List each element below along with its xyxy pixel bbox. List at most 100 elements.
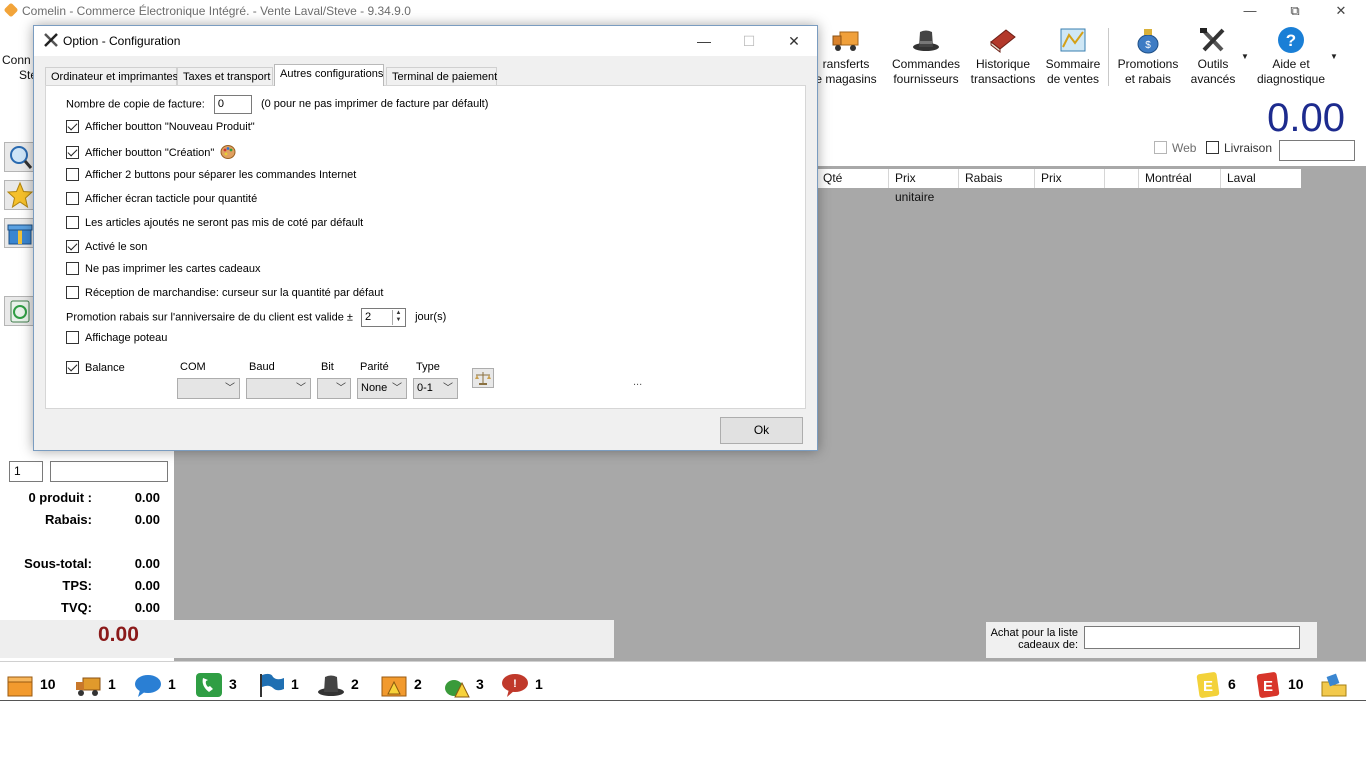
checkbox[interactable] <box>66 286 79 299</box>
close-button[interactable]: ✕ <box>1321 2 1361 20</box>
quantity-input[interactable]: 1 <box>9 461 43 482</box>
column-price[interactable]: Prix <box>1035 169 1105 188</box>
toolbar-promotions-button[interactable]: $ Promotions et rabais <box>1114 26 1182 87</box>
grand-total-box <box>0 620 614 658</box>
checkbox[interactable] <box>66 216 79 229</box>
column-unit-price[interactable]: Prix unitaire <box>889 169 959 204</box>
toolbar-history-button[interactable]: Historique transactions <box>967 26 1039 87</box>
svg-text:$: $ <box>1145 40 1151 51</box>
column-blank[interactable] <box>1105 169 1139 188</box>
option-touch-quantity[interactable]: Afficher écran tacticle pour quantité <box>66 192 257 205</box>
checkbox[interactable] <box>66 192 79 205</box>
help-icon: ? <box>1278 27 1304 53</box>
toolbar-transfers-button[interactable]: ransferts e magasins <box>813 26 879 87</box>
status-item-alerts[interactable]: ! 1 <box>501 670 543 698</box>
option-receiving-cursor-qty[interactable]: Réception de marchandise: curseur sur la… <box>66 286 383 299</box>
toolbar-supplier-orders-button[interactable]: Commandes fournisseurs <box>889 26 963 87</box>
status-item-boxes[interactable]: 10 <box>6 670 56 698</box>
recycle-button[interactable] <box>4 296 36 326</box>
checkbox[interactable] <box>66 240 79 253</box>
tab-taxes-transport[interactable]: Taxes et transport <box>177 67 273 86</box>
option-sound-enabled[interactable]: Activé le son <box>66 240 147 253</box>
tab-computer-printers[interactable]: Ordinateur et imprimantes <box>45 67 178 86</box>
dialog-close-button[interactable]: ✕ <box>779 31 809 51</box>
restore-button[interactable]: ⧉ <box>1275 2 1315 20</box>
status-count: 2 <box>414 676 422 692</box>
option-items-not-set-aside[interactable]: Les articles ajoutés ne seront pas mis d… <box>66 216 363 229</box>
option-pole-display[interactable]: Affichage poteau <box>66 331 167 344</box>
option-no-print-gift-cards[interactable]: Ne pas imprimer les cartes cadeaux <box>66 262 260 275</box>
search-button[interactable] <box>4 142 36 172</box>
option-creation-button[interactable]: Afficher boutton "Création" <box>66 144 236 160</box>
toolbar-separator <box>1108 28 1109 86</box>
delivery-input[interactable] <box>1279 140 1355 161</box>
toolbar-help-button[interactable]: ? Aide et diagnostique <box>1252 26 1330 87</box>
column-montreal[interactable]: Montréal <box>1139 169 1221 188</box>
com-select[interactable]: ﹀ <box>177 378 240 399</box>
toolbar-connect-button[interactable]: Conn Ste <box>2 53 37 83</box>
checkbox[interactable] <box>66 262 79 275</box>
type-select[interactable]: 0-1 ﹀ <box>413 378 458 399</box>
toolbar-advanced-tools-button[interactable]: Outils avancés <box>1186 26 1240 87</box>
status-item-box-warnings[interactable]: 2 <box>380 670 422 698</box>
status-item-supplier-orders[interactable]: 2 <box>317 670 359 698</box>
scale-ellipsis[interactable]: ... <box>633 376 642 388</box>
money-warning-icon <box>445 680 470 698</box>
birthday-days-spinner[interactable]: 2 ▲ ▼ <box>361 308 407 327</box>
web-checkbox[interactable] <box>1154 141 1167 154</box>
column-qty[interactable]: Qté <box>817 169 889 188</box>
dialog-minimize-button[interactable]: — <box>689 31 719 51</box>
tvq-value: 0.00 <box>134 600 160 615</box>
tab-payment-terminal[interactable]: Terminal de paiement <box>386 67 497 86</box>
checkbox[interactable] <box>66 361 79 374</box>
status-item-messages[interactable]: 1 <box>134 670 176 698</box>
column-laval[interactable]: Laval <box>1221 169 1301 188</box>
bit-select[interactable]: ﹀ <box>317 378 351 399</box>
parity-select[interactable]: None ﹀ <box>357 378 407 399</box>
option-scale[interactable]: Balance <box>66 361 125 374</box>
baud-select[interactable]: ﹀ <box>246 378 311 399</box>
products-total-value: 0.00 <box>134 490 160 505</box>
gift-button[interactable] <box>4 218 36 248</box>
baud-label: Baud <box>249 361 275 373</box>
spinner-arrows-icon[interactable]: ▲ ▼ <box>392 310 404 325</box>
option-split-internet-orders[interactable]: Afficher 2 buttons pour séparer les comm… <box>66 168 356 181</box>
ok-button[interactable]: Ok <box>720 417 803 444</box>
web-checkbox-row[interactable]: Web <box>1154 141 1196 155</box>
option-new-product-button[interactable]: Afficher boutton "Nouveau Produit" <box>66 120 255 133</box>
checkbox[interactable] <box>66 120 79 133</box>
delivery-label: Livraison <box>1224 141 1273 155</box>
gift-registry-input[interactable] <box>1084 626 1300 649</box>
checkbox[interactable] <box>66 146 79 159</box>
scale-test-button[interactable] <box>472 368 494 388</box>
status-item-e-red[interactable]: E 10 <box>1254 670 1304 699</box>
gift-registry-label: Achat pour la liste cadeaux de: <box>990 627 1078 651</box>
search-icon <box>10 146 33 169</box>
tools-dropdown-arrow-icon[interactable]: ▼ <box>1241 52 1249 61</box>
option-label: Activé le son <box>85 241 148 253</box>
checkbox[interactable] <box>66 331 79 344</box>
favorites-button[interactable] <box>4 180 36 210</box>
toolbar-sales-summary-label-1: Sommaire <box>1045 57 1101 71</box>
status-item-calls[interactable]: 3 <box>195 670 237 698</box>
delivery-checkbox-row[interactable]: Livraison <box>1206 141 1272 155</box>
status-item-money-warnings[interactable]: 3 <box>442 670 484 698</box>
minimize-button[interactable]: — <box>1230 2 1270 20</box>
checkbox[interactable] <box>66 168 79 181</box>
column-discount[interactable]: Rabais <box>959 169 1035 188</box>
help-dropdown-arrow-icon[interactable]: ▼ <box>1330 52 1338 61</box>
product-code-input[interactable] <box>50 461 168 482</box>
toolbar-sales-summary-button[interactable]: Sommaire de ventes <box>1043 26 1103 87</box>
web-label: Web <box>1172 141 1197 155</box>
status-item-transfers[interactable]: 1 <box>74 670 116 698</box>
delivery-checkbox[interactable] <box>1206 141 1219 154</box>
status-item-folder[interactable] <box>1320 670 1354 698</box>
status-item-e-yellow[interactable]: E6 <box>1194 670 1236 699</box>
invoice-copies-input[interactable]: 0 <box>213 95 252 114</box>
birthday-days-value: 2 <box>365 311 372 323</box>
dialog-maximize-button[interactable]: ☐ <box>734 31 764 51</box>
status-item-flags[interactable]: 1 <box>257 670 299 698</box>
tab-other-configurations[interactable]: Autres configurations <box>274 64 384 86</box>
app-logo-icon <box>3 2 19 18</box>
chevron-down-icon: ﹀ <box>336 383 346 394</box>
